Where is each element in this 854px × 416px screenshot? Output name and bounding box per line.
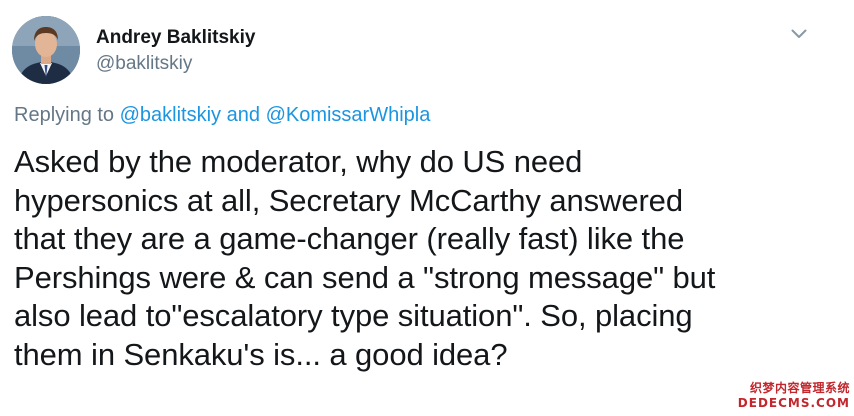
chevron-down-icon — [791, 29, 807, 38]
tweet-text-line: Pershings were & can send a "strong mess… — [14, 259, 716, 295]
tweet-text-line: Asked by the moderator, why do US need — [14, 144, 583, 179]
watermark-chinese: 织梦内容管理系统 — [749, 381, 850, 395]
user-handle[interactable]: @baklitskiy — [96, 52, 255, 76]
mention-link[interactable]: @KomissarWhipla — [266, 104, 431, 126]
tweet-card: Andrey Baklitskiy @baklitskiy Replying t… — [0, 0, 854, 416]
mention-joiner[interactable]: and — [227, 104, 260, 126]
display-name[interactable]: Andrey Baklitskiy — [96, 26, 255, 50]
author-block: Andrey Baklitskiy @baklitskiy — [96, 26, 255, 76]
tweet-menu-button[interactable] — [789, 26, 809, 42]
tweet-text: Asked by the moderator, why do US need h… — [14, 143, 814, 375]
avatar[interactable] — [12, 16, 80, 84]
watermark-url: DEDECMS.COM — [737, 396, 850, 410]
tweet-text-line: also lead to"escalatory type situation".… — [14, 298, 693, 334]
tweet-text-line: hypersonics at all, Secretary McCarthy a… — [14, 182, 683, 218]
tweet-text-line: that they are a game-changer (really fas… — [14, 221, 685, 257]
replying-to-line: Replying to @baklitskiy and @KomissarWhi… — [14, 103, 430, 127]
replying-to-label: Replying to — [14, 104, 115, 126]
tweet-text-line: them in Senkaku's is... a good idea? — [14, 336, 508, 372]
mention-link[interactable]: @baklitskiy — [120, 104, 221, 126]
watermark: 织梦内容管理系统 DEDECMS.COM — [733, 376, 854, 416]
